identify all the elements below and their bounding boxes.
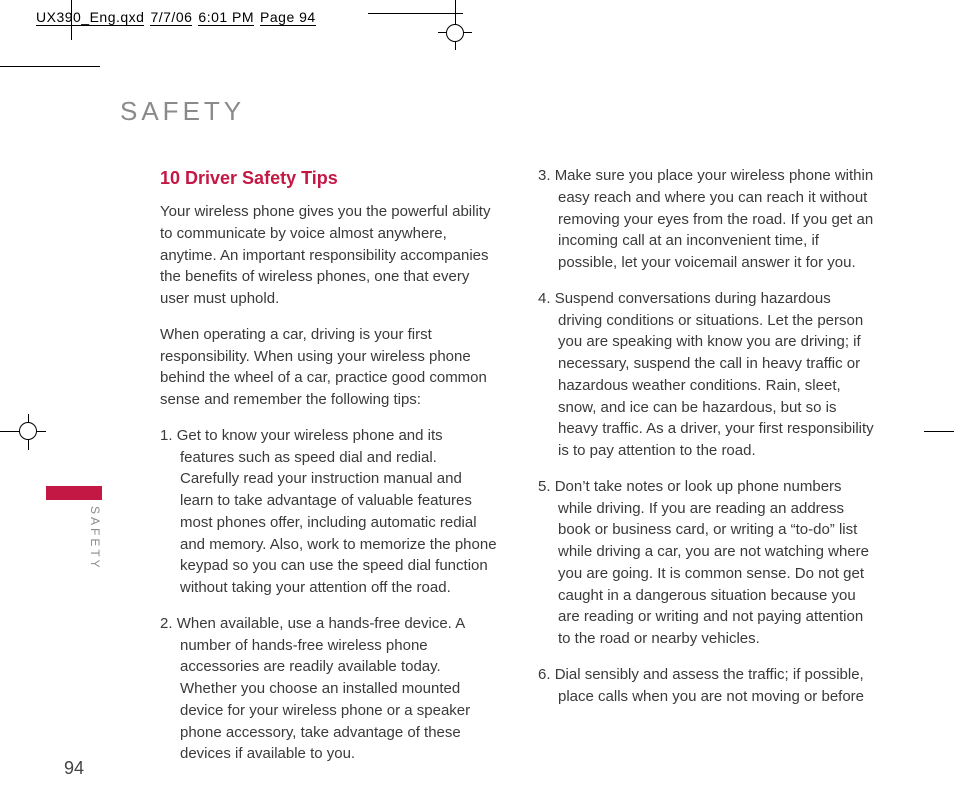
tips-list-right: 3. Make sure you place your wireless pho…: [538, 165, 876, 707]
list-item: 2. When available, use a hands-free devi…: [160, 613, 498, 765]
intro-paragraph: Your wireless phone gives you the powerf…: [160, 201, 498, 310]
tip-text: When available, use a hands-free device.…: [177, 615, 470, 763]
intro-paragraph: When operating a car, driving is your fi…: [160, 324, 498, 411]
tip-text: Suspend conversations during hazardous d…: [555, 290, 874, 459]
right-column: 3. Make sure you place your wireless pho…: [538, 165, 876, 779]
slug-time: 6:01 PM: [198, 8, 254, 26]
tip-text: Don’t take notes or look up phone number…: [555, 478, 869, 647]
prepress-slug: UX390_Eng.qxd 7/7/06 6:01 PM Page 94: [36, 8, 316, 26]
list-item: 6. Dial sensibly and assess the traffic;…: [538, 664, 876, 708]
page-number: 94: [64, 758, 84, 779]
tip-text: Make sure you place your wireless phone …: [555, 167, 874, 271]
section-title: 10 Driver Safety Tips: [160, 165, 498, 191]
list-item: 3. Make sure you place your wireless pho…: [538, 165, 876, 274]
running-head: SAFETY: [120, 96, 876, 127]
page-body: SAFETY SAFETY 10 Driver Safety Tips Your…: [70, 66, 926, 809]
side-tab: SAFETY: [46, 486, 102, 504]
list-item: 1. Get to know your wireless phone and i…: [160, 425, 498, 599]
left-column: 10 Driver Safety Tips Your wireless phon…: [120, 165, 498, 779]
tips-list-left: 1. Get to know your wireless phone and i…: [160, 425, 498, 765]
side-tab-bar: [46, 486, 102, 500]
content-columns: 10 Driver Safety Tips Your wireless phon…: [120, 165, 876, 779]
list-item: 5. Don’t take notes or look up phone num…: [538, 476, 876, 650]
side-tab-label: SAFETY: [88, 506, 102, 571]
slug-date: 7/7/06: [150, 8, 192, 26]
tip-text: Dial sensibly and assess the traffic; if…: [555, 666, 864, 705]
slug-page: Page 94: [260, 8, 316, 26]
list-item: 4. Suspend conversations during hazardou…: [538, 288, 876, 462]
slug-filename: UX390_Eng.qxd: [36, 8, 144, 26]
tip-text: Get to know your wireless phone and its …: [177, 427, 497, 596]
